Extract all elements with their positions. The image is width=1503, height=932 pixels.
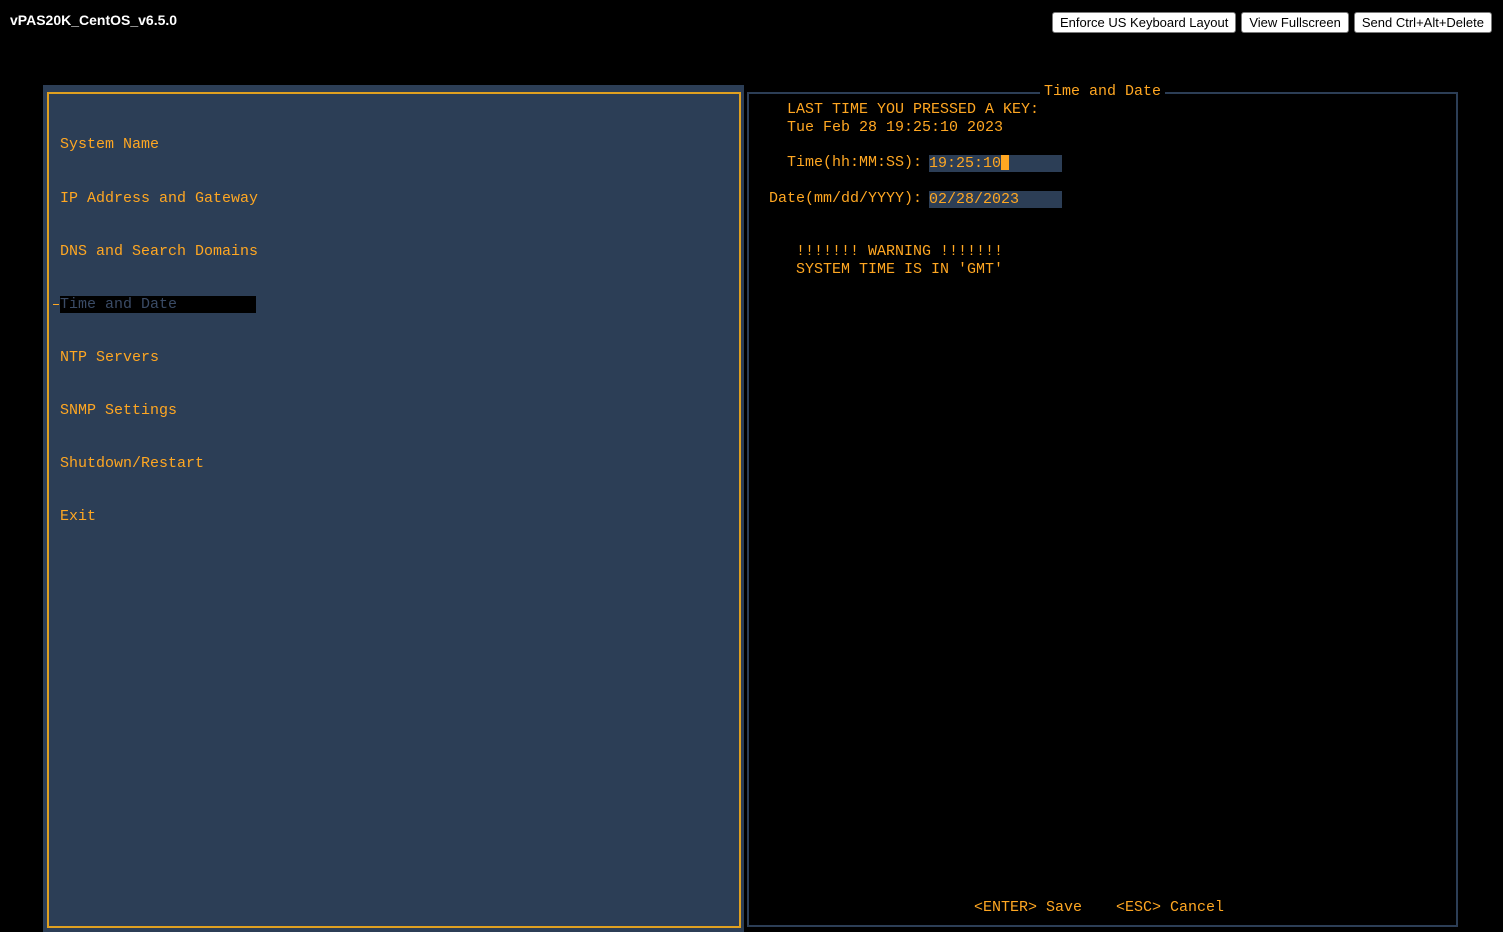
menu-item-system-name[interactable]: System Name <box>60 136 258 154</box>
view-fullscreen-button[interactable]: View Fullscreen <box>1241 12 1349 33</box>
menu-item-ntp-servers[interactable]: NTP Servers <box>60 349 258 367</box>
menu-item-snmp-settings[interactable]: SNMP Settings <box>60 402 258 420</box>
warning-line-2: SYSTEM TIME IS IN 'GMT' <box>796 261 1004 278</box>
send-ctrl-alt-delete-button[interactable]: Send Ctrl+Alt+Delete <box>1353 12 1492 33</box>
last-key-label: LAST TIME YOU PRESSED A KEY: <box>787 101 1040 118</box>
menu-item-dns-search-domains[interactable]: DNS and Search Domains <box>60 243 258 261</box>
window-title: vPAS20K_CentOS_v6.5.0 <box>10 12 178 28</box>
cancel-hint[interactable]: <ESC> Cancel <box>1116 899 1224 917</box>
last-key-value: Tue Feb 28 19:25:10 2023 <box>787 119 1004 136</box>
time-input[interactable]: 19:25:10 <box>929 154 1062 172</box>
date-input[interactable]: 02/28/2023 <box>929 191 1062 208</box>
date-value: 02/28/2023 <box>929 191 1020 208</box>
menu-item-time-and-date[interactable]: Time and Date <box>53 295 256 314</box>
date-label: Date(mm/dd/YYYY): <box>769 190 923 207</box>
warning-line-1: !!!!!!! WARNING !!!!!!! <box>796 243 1004 260</box>
time-date-panel <box>747 92 1458 927</box>
menu-item-exit[interactable]: Exit <box>60 508 258 526</box>
menu-item-ip-address-gateway[interactable]: IP Address and Gateway <box>60 190 258 208</box>
toolbar: Enforce US Keyboard Layout View Fullscre… <box>1051 12 1492 33</box>
save-hint[interactable]: <ENTER> Save <box>974 899 1082 917</box>
text-cursor <box>1001 154 1010 170</box>
time-label: Time(hh:MM:SS): <box>787 154 923 171</box>
enforce-us-keyboard-button[interactable]: Enforce US Keyboard Layout <box>1051 12 1237 33</box>
time-value: 19:25:10 <box>929 155 1002 172</box>
settings-menu: System Name IP Address and Gateway DNS a… <box>53 101 258 543</box>
panel-title: Time and Date <box>1040 83 1166 101</box>
menu-item-shutdown-restart[interactable]: Shutdown/Restart <box>60 455 258 473</box>
